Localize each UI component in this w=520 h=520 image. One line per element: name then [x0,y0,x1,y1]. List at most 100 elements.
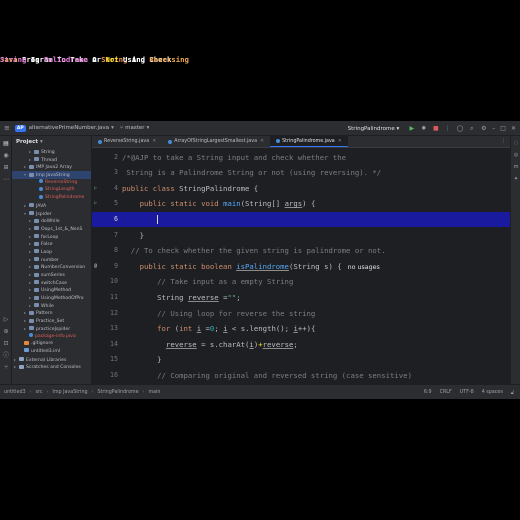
tree-item[interactable]: ReverseString [12,179,91,187]
editor-tab[interactable]: ArrayOfStringLargestSmallest.java ✕ [162,136,270,147]
database-icon[interactable]: ◎ [513,152,519,158]
breadcrumb-item[interactable]: Imp JavaString [52,390,87,395]
code-line [122,211,510,228]
close-icon[interactable]: ✕ [260,139,264,144]
maximize-button[interactable]: □ [500,125,506,132]
tree-item[interactable]: ▸ IMP Java2 Array [12,163,91,171]
tree-item[interactable]: ▸ Oops_1st_&_NonS [12,225,91,233]
structure-icon[interactable]: ⊞ [2,164,10,172]
problems-icon[interactable]: ⓘ [2,352,10,360]
tree-item[interactable]: untitled3.iml [12,348,91,356]
tree-item[interactable]: ▾ Imp JavaString [12,171,91,179]
tree-item[interactable]: ▸ String [12,148,91,156]
stop-icon[interactable]: ■ [432,125,439,132]
folder-icon [19,357,24,362]
line-number: 10 [92,274,122,290]
tree-item[interactable]: ▸ number [12,256,91,264]
commit-icon[interactable]: ◉ [2,152,10,160]
breadcrumb-item[interactable]: StringPalindrome [97,390,138,395]
tree-item[interactable]: ▸ JAVA [12,202,91,210]
chevron-right-icon: › [91,389,94,395]
java-file-icon [168,139,173,144]
caret-position[interactable]: 6:9 [424,390,432,395]
editor-tab[interactable]: StringPalindrome.java ✕ [270,136,348,147]
tree-item[interactable]: ▸ Practice_Set [12,317,91,325]
tree-item-label: forLoop [41,234,59,240]
close-button[interactable]: ✕ [511,125,516,132]
tree-item[interactable]: ▸ Pattern [12,309,91,317]
left-tool-strip: ▤ ◉ ⊞ ⋯ ▷ ⊛ ⊡ ⓘ ⑂ [0,136,12,384]
tree-item[interactable]: ▸ Thread [12,156,91,164]
tree-item[interactable]: ▸ Scratches and Consoles [12,363,91,371]
ai-assistant-icon[interactable]: ✦ [513,176,519,182]
usages-hint[interactable]: no usages [348,264,380,271]
indent-setting[interactable]: 4 spaces [482,390,503,395]
main-menu-button[interactable]: ≡ [4,124,10,132]
user-icon[interactable]: ◯ [456,125,463,132]
project-selector[interactable]: AP alternativePrimeNumber.java ▾ [14,124,114,132]
tree-item[interactable]: package-info.java [12,333,91,341]
file-encoding[interactable]: UTF-8 [460,390,474,395]
tree-item[interactable]: StringLength [12,186,91,194]
breadcrumb-item[interactable]: main [148,390,160,395]
search-icon[interactable]: ⌕ [468,125,475,132]
headline-segment: Or [87,55,106,64]
code-token: String [157,292,188,302]
breadcrumb-item[interactable]: src [35,390,42,395]
run-config-selector[interactable]: StringPalindrome ▾ [348,126,400,132]
run-gutter-icon[interactable]: ▷ [94,196,97,212]
tree-item[interactable]: ▸ UsingMethodOfPro [12,294,91,302]
more-tools-icon[interactable]: ⋯ [2,176,10,184]
tree-item[interactable]: ▸ UsingMethod [12,286,91,294]
notifications-icon[interactable]: ◌ [513,140,519,146]
tree-item[interactable]: .gitignore [12,340,91,348]
tree-item[interactable]: StringPalindrome [12,194,91,202]
folder-icon [34,287,39,292]
run-icon[interactable]: ▶ [408,125,415,132]
tree-item[interactable]: ▸ practiceJspider [12,325,91,333]
tree-item[interactable]: ▸ sumSeries [12,271,91,279]
tree-item[interactable]: ▸ forLoop [12,233,91,241]
tree-item[interactable]: ▸ doWhile [12,217,91,225]
project-tool-icon[interactable]: ▤ [2,140,10,148]
close-icon[interactable]: ✕ [338,139,342,144]
code-line: // To check whether the given string is … [122,243,386,259]
code-token: public static void [139,199,224,209]
line-number: 12 [92,306,122,322]
debug-icon[interactable]: ✹ [420,125,427,132]
terminal-icon[interactable]: ⊡ [2,340,10,348]
tree-item[interactable]: ▾ Jspider [12,210,91,218]
minimize-button[interactable]: – [492,125,495,132]
line-number-text: 13 [110,324,118,333]
branch-selector[interactable]: ⑂ master ▾ [120,125,149,131]
maven-icon[interactable]: m [513,164,519,170]
services-icon[interactable]: ⊛ [2,328,10,336]
line-number: ▷ 4 [92,181,122,197]
gear-icon[interactable]: ⚙ [480,125,487,132]
tree-item[interactable]: ▸ False [12,240,91,248]
tree-item[interactable]: ▸ Loop [12,248,91,256]
editor-tab[interactable]: ReverseString.java ✕ [92,136,162,147]
code-token: < s.length(); [227,324,294,334]
tree-item[interactable]: ▸ NumberConversion [12,263,91,271]
more-icon[interactable]: ⋮ [444,125,451,132]
run-tool-icon[interactable]: ▷ [2,316,10,324]
lock-icon[interactable]: 🔓︎ [511,390,514,396]
breadcrumb: untitled3 › src › Imp JavaString › StringPalin… [4,390,164,395]
tree-item[interactable]: ▸ switchCase [12,279,91,287]
tabs-menu-icon[interactable]: ⋮ [497,136,510,147]
project-panel-header[interactable]: Project ▾ [12,136,91,148]
code-line: String is a Palindrome String or not (us… [122,165,381,181]
tree-item[interactable]: ▸ External Libraries [12,356,91,364]
close-icon[interactable]: ✕ [152,139,156,144]
code-line: for (int i =0; i < s.length(); i++){ [122,321,315,337]
folder-icon [34,257,39,262]
branch-icon: ⑂ [119,125,124,131]
breadcrumb-item[interactable]: untitled3 [4,390,26,395]
git-icon[interactable]: ⑂ [2,364,10,372]
tree-item[interactable]: ▸ While [12,302,91,310]
code-area[interactable]: /*@AJP to take a String input and check … [122,148,510,384]
tree-item-label: Loop [41,249,53,255]
run-gutter-icon[interactable]: ▷ [94,181,97,197]
line-separator[interactable]: CRLF [440,390,452,395]
